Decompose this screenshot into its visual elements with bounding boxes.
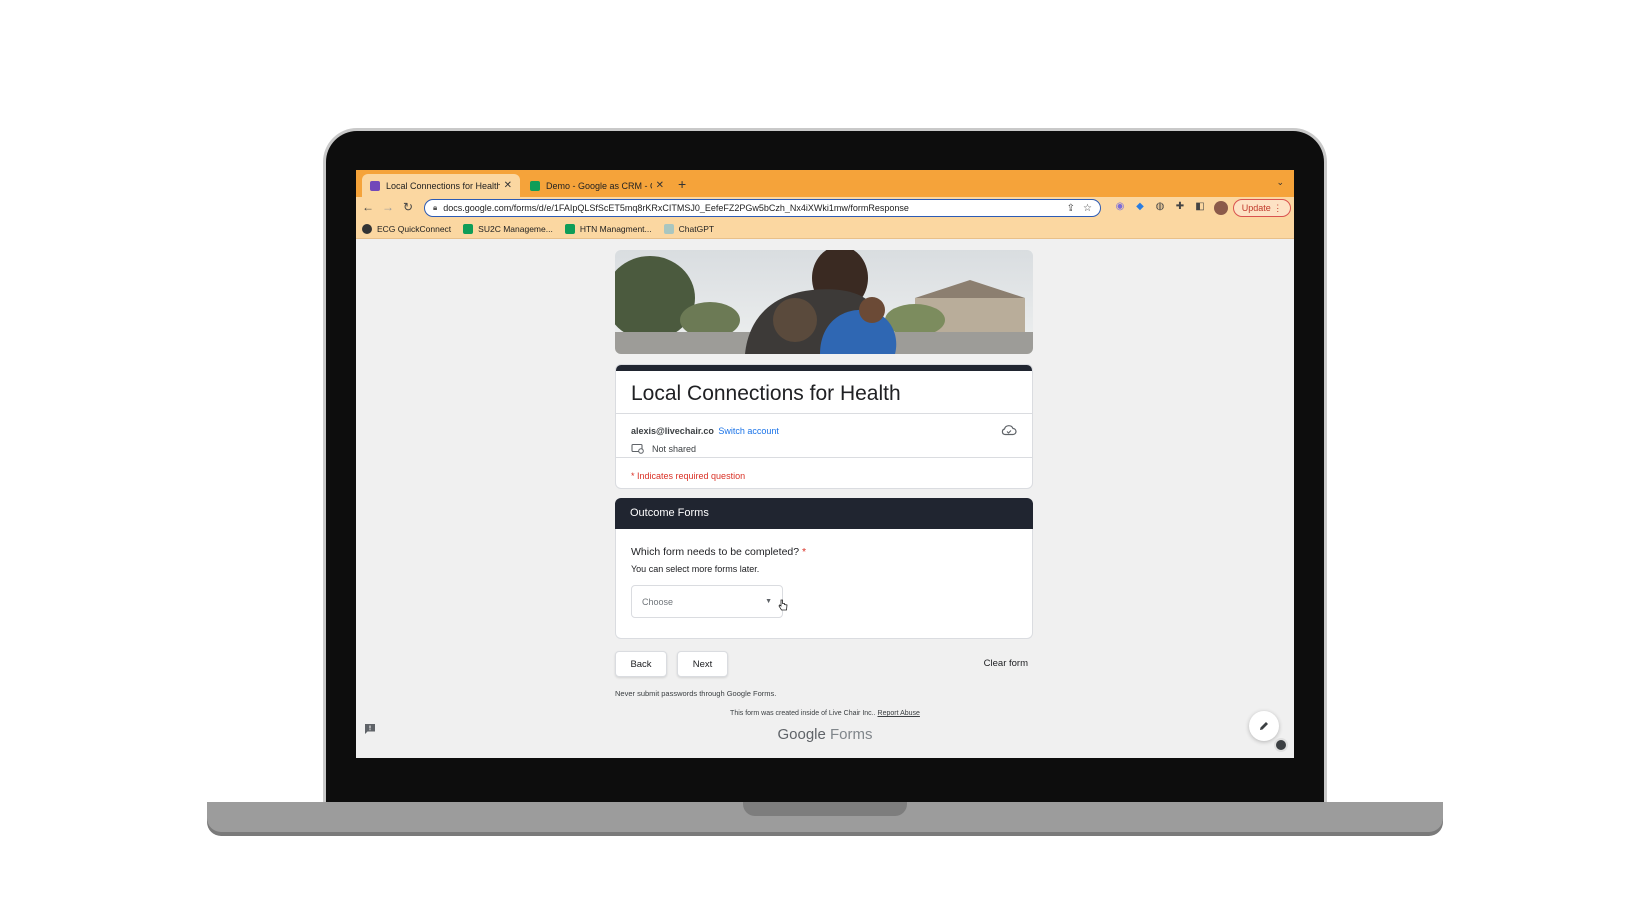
star-icon[interactable]: ☆ — [1083, 203, 1092, 214]
section-title: Outcome Forms — [630, 507, 709, 519]
tab-label: Demo - Google as CRM - Goog — [546, 180, 652, 191]
divider — [616, 413, 1032, 414]
url-text: docs.google.com/forms/d/e/1FAIpQLSfScET5… — [443, 203, 909, 213]
not-shared-label: Not shared — [652, 443, 697, 454]
feedback-icon[interactable] — [364, 723, 376, 735]
logo-google: Google — [777, 726, 826, 743]
google-forms-logo[interactable]: Google Forms — [356, 726, 1294, 743]
question-title: Which form needs to be completed? * — [631, 546, 806, 558]
form-navigation: Back Next Clear form — [615, 651, 1033, 677]
forward-arrow-icon[interactable]: → — [380, 200, 396, 214]
section-header: Outcome Forms — [615, 498, 1033, 529]
account-email: alexis@livechair.co — [631, 426, 714, 436]
edit-button[interactable] — [1249, 711, 1279, 741]
browser-toolbar: ← → ↻ 🔒︎ docs.google.com/forms/d/e/1FAIp… — [356, 197, 1294, 219]
bookmark-label: HTN Managment... — [579, 223, 652, 234]
created-note: This form was created inside of Live Cha… — [356, 710, 1294, 717]
avatar[interactable] — [1214, 201, 1228, 215]
sheets-favicon-icon — [530, 180, 540, 191]
browser-tabstrip: Local Connections for Health ✕ Demo - Go… — [356, 170, 1294, 197]
bookmark-htn[interactable]: HTN Managment... — [564, 223, 652, 234]
sheets-icon — [463, 223, 474, 234]
header-banner-image — [615, 250, 1033, 354]
dropdown-placeholder: Choose — [642, 596, 674, 607]
not-shared-icon — [631, 443, 644, 454]
required-note: * Indicates required question — [631, 471, 746, 481]
question-card: Which form needs to be completed? * You … — [615, 529, 1033, 639]
new-tab-plus-icon[interactable]: + — [678, 176, 686, 192]
share-icon[interactable]: ⇪ — [1067, 203, 1075, 214]
extension-icon[interactable]: ◍ — [1154, 201, 1166, 213]
logo-forms: Forms — [830, 726, 873, 743]
report-abuse-link[interactable]: Report Abuse — [878, 710, 920, 717]
bookmark-label: ChatGPT — [678, 223, 715, 234]
bookmark-su2c[interactable]: SU2C Manageme... — [463, 223, 553, 234]
laptop-screen: Local Connections for Health ✕ Demo - Go… — [356, 170, 1294, 758]
bookmarks-bar: ECG QuickConnect SU2C Manageme... HTN Ma… — [356, 219, 1294, 239]
question-text: Which form needs to be completed? — [631, 546, 800, 558]
extension-icon[interactable]: ◉ — [1114, 201, 1126, 213]
account-row: alexis@livechair.co Switch account — [631, 426, 779, 436]
chevron-down-icon[interactable]: ⌄ — [1276, 177, 1284, 188]
tab-label: Local Connections for Health — [386, 180, 500, 191]
bookmark-chatgpt[interactable]: ChatGPT — [663, 223, 715, 234]
dropdown-arrow-icon: ▼ — [765, 598, 772, 605]
address-bar[interactable]: 🔒︎ docs.google.com/forms/d/e/1FAIpQLSfSc… — [424, 199, 1101, 217]
update-label: Update — [1241, 203, 1271, 213]
forms-favicon-icon — [370, 180, 380, 191]
back-button[interactable]: Back — [615, 651, 667, 677]
close-icon[interactable]: ✕ — [656, 180, 664, 191]
extension-icon[interactable]: ◆ — [1134, 201, 1146, 213]
hand-cursor-icon — [778, 599, 788, 611]
tab-local-connections[interactable]: Local Connections for Health ✕ — [362, 174, 520, 197]
form-title: Local Connections for Health — [631, 382, 901, 405]
bookmark-label: ECG QuickConnect — [377, 223, 452, 234]
tab-demo-crm[interactable]: Demo - Google as CRM - Goog ✕ — [522, 174, 672, 197]
form-page: Local Connections for Health alexis@live… — [356, 239, 1294, 758]
question-help-text: You can select more forms later. — [631, 564, 760, 574]
chatgpt-icon — [663, 223, 674, 234]
cloud-saved-icon — [1001, 425, 1017, 436]
created-note-text: This form was created inside of Live Cha… — [730, 710, 876, 717]
switch-account-link[interactable]: Switch account — [718, 426, 779, 436]
back-arrow-icon[interactable]: ← — [360, 200, 376, 214]
reload-icon[interactable]: ↻ — [400, 200, 416, 214]
pencil-icon — [1260, 722, 1268, 730]
circle-icon — [362, 223, 372, 234]
puzzle-icon[interactable]: ✚ — [1174, 201, 1186, 213]
sheets-icon — [564, 223, 575, 234]
form-select-dropdown[interactable]: Choose ▼ — [631, 585, 783, 618]
close-icon[interactable]: ✕ — [504, 180, 512, 191]
bookmark-label: SU2C Manageme... — [478, 223, 553, 234]
bookmark-ecg[interactable]: ECG QuickConnect — [362, 223, 452, 234]
laptop-notch — [743, 802, 907, 816]
assistant-icon[interactable] — [1274, 738, 1288, 752]
clear-form-button[interactable]: Clear form — [984, 658, 1028, 669]
side-panel-icon[interactable]: ◧ — [1194, 201, 1206, 213]
title-card-accent — [616, 365, 1032, 371]
divider — [616, 457, 1032, 458]
not-shared-row: Not shared — [631, 443, 696, 454]
update-button[interactable]: Update ⋮ — [1233, 199, 1291, 217]
form-title-card: Local Connections for Health alexis@live… — [615, 364, 1033, 489]
password-warning: Never submit passwords through Google Fo… — [615, 689, 777, 698]
required-asterisk: * — [802, 546, 807, 558]
next-button[interactable]: Next — [677, 651, 728, 677]
lock-icon: 🔒︎ — [433, 203, 438, 212]
